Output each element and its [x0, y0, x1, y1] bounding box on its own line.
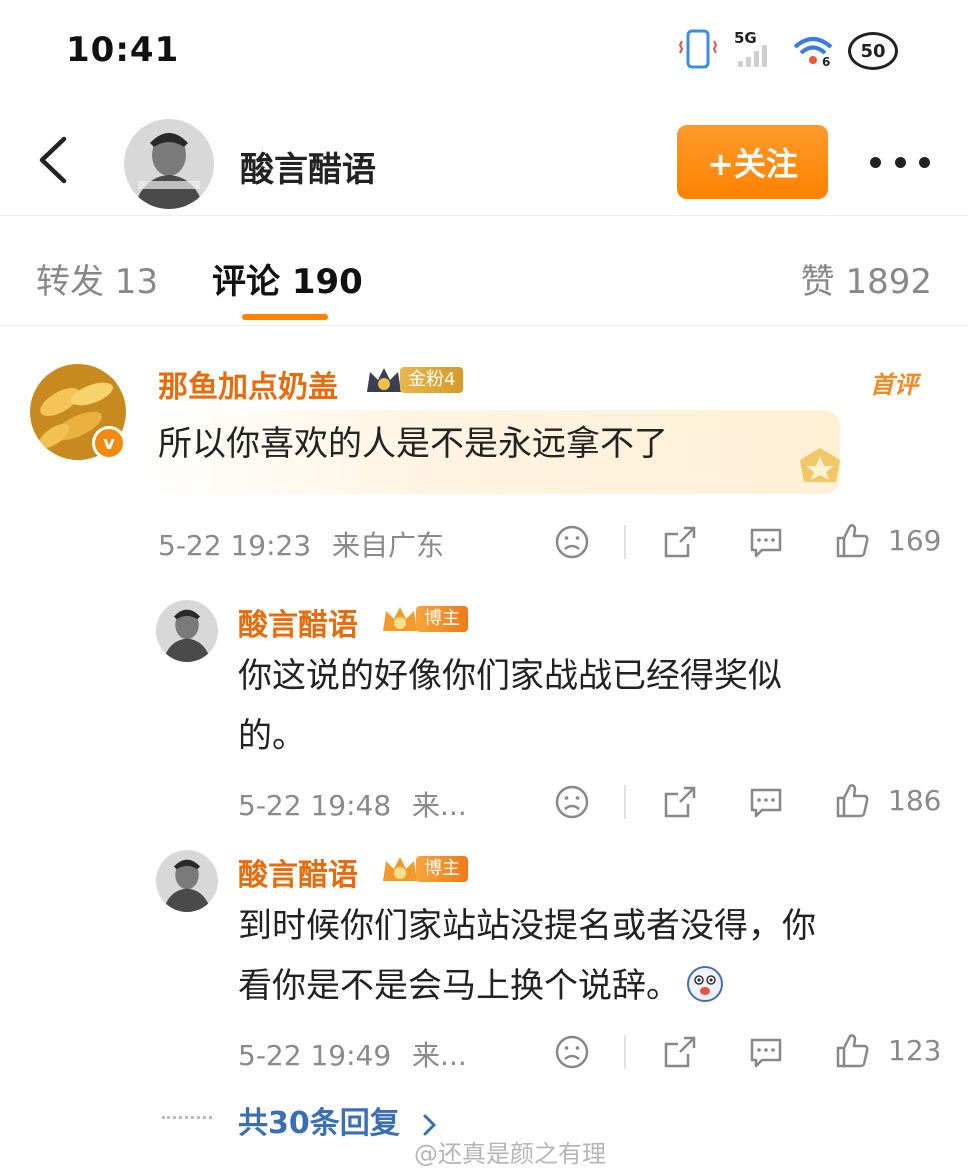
reply-timestamp: 5-22 19:49 来...	[238, 1034, 467, 1074]
back-icon	[39, 136, 67, 184]
back-button[interactable]	[28, 132, 78, 188]
location-value: 来...	[412, 1039, 467, 1072]
divider	[624, 1035, 626, 1069]
dislike-button[interactable]	[554, 524, 590, 560]
status-time: 10:41	[66, 30, 180, 70]
dislike-button[interactable]	[554, 784, 590, 820]
crown-icon	[383, 607, 417, 631]
like-icon	[836, 524, 869, 558]
reply-button[interactable]	[748, 784, 784, 820]
signal-icon: 5G	[730, 29, 778, 73]
more-replies-link[interactable]: 共30条回复	[238, 1098, 440, 1142]
reply-text-line: 你这说的好像你们家战战已经得奖似	[238, 656, 782, 696]
replier-username[interactable]: 酸言醋语	[238, 850, 358, 894]
location-value: 来自广东	[332, 529, 445, 562]
comment-text: 所以你喜欢的人是不是永远拿不了	[158, 424, 668, 464]
timestamp-value: 5-22 19:49	[238, 1039, 392, 1072]
more-icon[interactable]	[870, 150, 930, 174]
comment-icon	[750, 788, 782, 818]
more-replies-label: 共30条回复	[238, 1106, 400, 1141]
wifi-badge: 6	[822, 55, 831, 69]
like-count: 123	[888, 1034, 942, 1067]
status-icons: 5G 6 50	[678, 28, 898, 74]
like-button[interactable]	[834, 1032, 870, 1070]
share-button[interactable]	[662, 524, 698, 560]
dislike-button[interactable]	[554, 1034, 590, 1070]
replier-avatar[interactable]	[156, 850, 218, 912]
location-value: 来...	[412, 789, 467, 822]
author-badge-label: 博主	[416, 606, 468, 632]
reply-button[interactable]	[748, 1034, 784, 1070]
reply-text-row: 看你是不是会马上换个说辞。	[238, 956, 724, 1016]
tab-comments[interactable]: 评论 190	[212, 254, 363, 303]
reply-text-line: 看你是不是会马上换个说辞。	[238, 966, 680, 1006]
timestamp-value: 5-22 19:48	[238, 789, 392, 822]
author-badge[interactable]: 博主	[380, 854, 468, 884]
author-badge-label: 博主	[416, 856, 468, 882]
dislike-icon	[555, 1035, 589, 1069]
active-tab-indicator	[242, 314, 328, 320]
timestamp-value: 5-22 19:23	[158, 529, 312, 562]
header-bar: 酸言醋语 +关注	[0, 110, 968, 216]
watermark: @还真是颜之有理	[414, 1140, 606, 1168]
share-button[interactable]	[662, 1034, 698, 1070]
replier-username[interactable]: 酸言醋语	[238, 600, 358, 644]
first-comment-label: 首评	[870, 371, 918, 399]
like-button[interactable]	[834, 782, 870, 820]
like-icon	[836, 1034, 869, 1068]
reply-button[interactable]	[748, 524, 784, 560]
comment-icon	[750, 1038, 782, 1068]
crown-icon	[383, 857, 417, 881]
tab-bar: 转发 13 评论 190 赞 1892	[0, 218, 968, 326]
phone-vibrate-icon	[678, 27, 718, 75]
reply-text-line: 的。	[238, 716, 306, 756]
share-button[interactable]	[662, 784, 698, 820]
like-count: 186	[888, 784, 942, 817]
header-username[interactable]: 酸言醋语	[240, 142, 376, 191]
tab-reposts[interactable]: 转发 13	[36, 254, 158, 303]
share-icon	[664, 1036, 696, 1068]
battery-icon: 50	[848, 32, 898, 70]
verified-icon: v	[92, 426, 126, 460]
wifi-icon: 6	[790, 29, 836, 73]
like-button[interactable]	[834, 522, 870, 560]
tab-likes[interactable]: 赞 1892	[801, 254, 932, 303]
status-bar: 10:41 5G 6 50	[0, 0, 968, 100]
like-icon	[836, 784, 869, 818]
comment-icon	[750, 528, 782, 558]
divider	[624, 785, 626, 819]
fan-badge-label: 金粉4	[400, 367, 464, 393]
emoji-icon	[686, 965, 724, 1007]
dislike-icon	[555, 785, 589, 819]
medal-icon	[790, 444, 850, 492]
reply-timestamp: 5-22 19:48 来...	[238, 784, 467, 824]
dislike-icon	[555, 525, 589, 559]
share-icon	[664, 526, 696, 558]
comment-timestamp: 5-22 19:23 来自广东	[158, 524, 444, 564]
like-count: 169	[888, 524, 942, 557]
divider	[162, 1116, 212, 1119]
fan-badge[interactable]: 金粉4	[364, 365, 464, 395]
share-icon	[664, 786, 696, 818]
author-badge[interactable]: 博主	[380, 604, 468, 634]
commenter-username[interactable]: 那鱼加点奶盖	[158, 362, 338, 406]
divider	[624, 525, 626, 559]
replier-avatar[interactable]	[156, 600, 218, 662]
reply-text-line: 到时候你们家站站没提名或者没得，你	[238, 906, 816, 946]
header-avatar[interactable]	[124, 119, 214, 209]
follow-button[interactable]: +关注	[677, 125, 828, 199]
crown-icon	[367, 368, 401, 392]
